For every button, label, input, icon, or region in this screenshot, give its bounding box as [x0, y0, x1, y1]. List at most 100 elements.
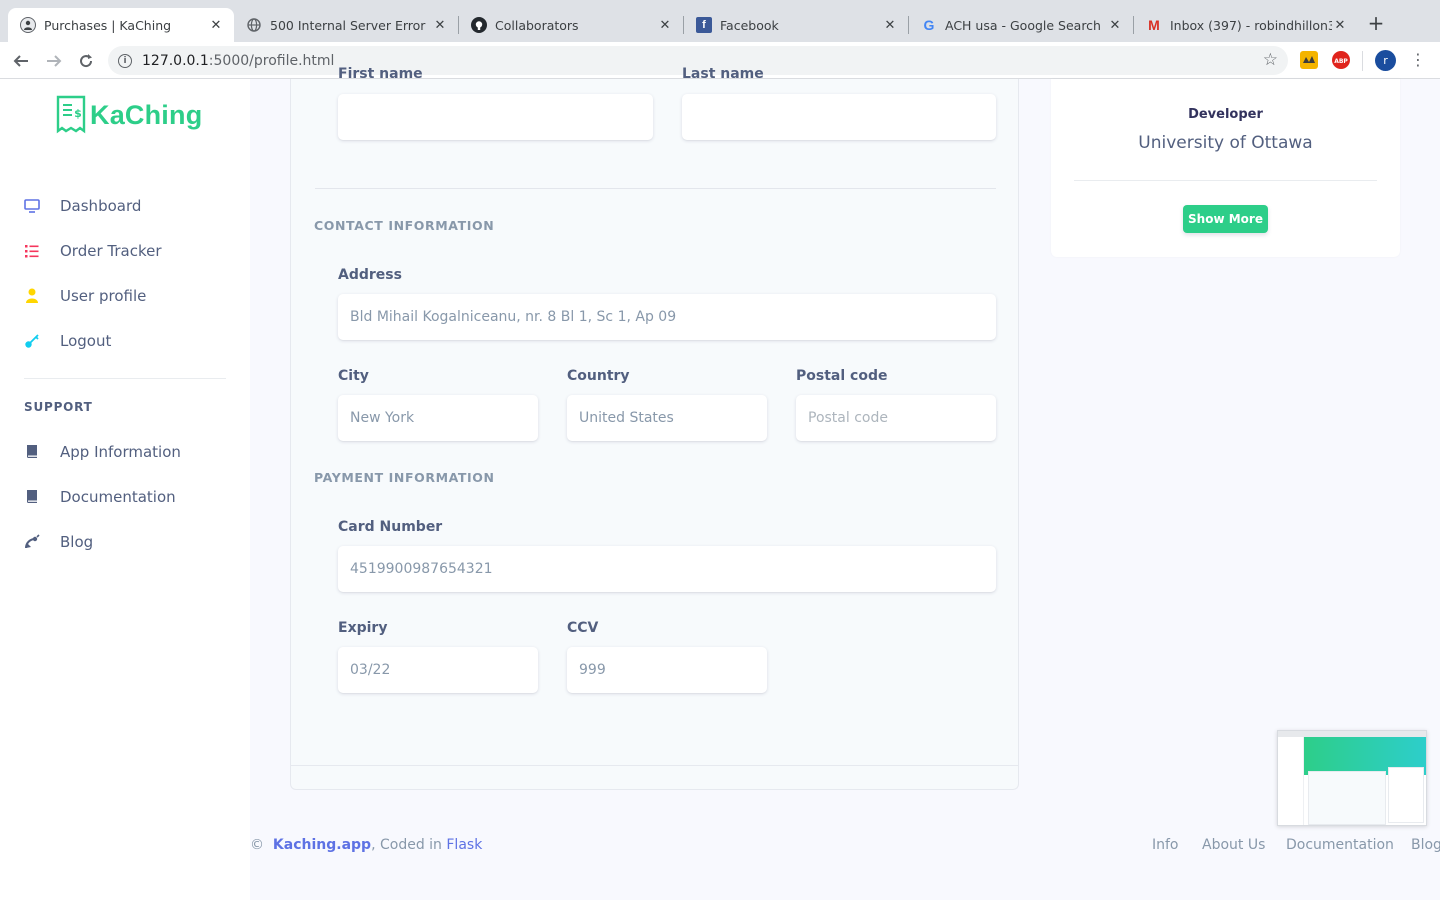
- sidebar-item-label: App Information: [60, 442, 181, 461]
- tab-server-error[interactable]: 500 Internal Server Error ✕: [234, 8, 458, 42]
- book-icon: [24, 444, 40, 460]
- profile-divider: [1074, 180, 1377, 181]
- close-icon[interactable]: ✕: [657, 18, 673, 33]
- close-icon[interactable]: ✕: [432, 18, 448, 33]
- tab-facebook[interactable]: f Facebook ✕: [684, 8, 908, 42]
- sidebar-item-app-information[interactable]: App Information: [0, 429, 250, 474]
- support-heading: SUPPORT: [24, 400, 93, 414]
- url-path: :5000/profile.html: [208, 52, 335, 69]
- tab-title: ACH usa - Google Search: [945, 17, 1101, 33]
- adblock-icon[interactable]: ABP: [1332, 51, 1350, 69]
- footer-copyright: © Kaching.app, Coded in Flask: [250, 837, 482, 853]
- screenshot-thumbnail[interactable]: [1277, 730, 1427, 826]
- url-host: 127.0.0.1: [142, 52, 209, 69]
- key-icon: [24, 333, 40, 349]
- thumbnail-sidebar: [1278, 737, 1304, 825]
- back-button[interactable]: [9, 49, 33, 73]
- sidebar-item-logout[interactable]: Logout: [0, 318, 250, 363]
- close-icon[interactable]: ✕: [1107, 18, 1123, 33]
- receipt-icon: $: [56, 95, 86, 134]
- svg-text:ABP: ABP: [1334, 58, 1348, 65]
- footer-link-about-us[interactable]: About Us: [1202, 837, 1265, 853]
- close-icon[interactable]: ✕: [208, 18, 224, 33]
- kaching-app-link[interactable]: Kaching.app: [273, 837, 371, 853]
- last-name-label: Last name: [682, 66, 764, 82]
- sidebar-item-order-tracker[interactable]: Order Tracker: [0, 228, 250, 273]
- form-divider: [315, 188, 996, 189]
- close-icon[interactable]: ✕: [1332, 18, 1348, 33]
- last-name-input[interactable]: [682, 94, 996, 140]
- footer-link-documentation[interactable]: Documentation: [1286, 837, 1394, 853]
- card-number-input[interactable]: 4519900987654321: [338, 546, 996, 592]
- sidebar-item-blog[interactable]: Blog: [0, 519, 250, 564]
- tab-title: Facebook: [720, 17, 779, 33]
- sidebar-item-documentation[interactable]: Documentation: [0, 474, 250, 519]
- expiry-label: Expiry: [338, 620, 388, 636]
- support-nav: App Information Documentation Blog: [0, 429, 250, 564]
- sidebar: $ KaChing Dashboard Order Tracker User p…: [0, 79, 250, 900]
- reload-icon: [80, 54, 93, 68]
- country-label: Country: [567, 368, 630, 384]
- tab-purchases[interactable]: Purchases | KaChing ✕: [8, 8, 234, 42]
- github-icon: [471, 17, 487, 33]
- info-icon[interactable]: i: [118, 53, 132, 68]
- footer-link-blog[interactable]: Blog: [1411, 837, 1440, 853]
- google-icon: G: [923, 17, 935, 33]
- sidebar-item-label: User profile: [60, 286, 147, 305]
- card-number-label: Card Number: [338, 519, 443, 535]
- svg-text:$: $: [74, 107, 82, 120]
- profile-form-card: First name Last name CONTACT INFORMATION…: [290, 66, 1019, 790]
- profile-summary-card: Developer University of Ottawa Show More: [1051, 79, 1400, 257]
- kaching-avatar-icon: [20, 17, 36, 33]
- flask-link[interactable]: Flask: [446, 837, 482, 853]
- main-nav: Dashboard Order Tracker User profile Log…: [0, 183, 250, 363]
- country-input[interactable]: United States: [567, 395, 767, 441]
- close-icon[interactable]: ✕: [882, 18, 898, 33]
- sidebar-divider: [24, 378, 226, 379]
- facebook-icon: f: [696, 17, 712, 33]
- address-input[interactable]: Bld Mihail Kogalniceanu, nr. 8 Bl 1, Sc …: [338, 294, 996, 340]
- reload-button[interactable]: [74, 49, 98, 73]
- sidebar-item-user-profile[interactable]: User profile: [0, 273, 250, 318]
- expiry-input[interactable]: 03/22: [338, 647, 538, 693]
- extension-icon[interactable]: [1300, 51, 1318, 69]
- brand-name: KaChing: [90, 99, 203, 130]
- copyright-symbol: ©: [250, 837, 264, 853]
- kebab-menu-icon[interactable]: ⋮: [1410, 50, 1426, 70]
- postal-code-input[interactable]: Postal code: [796, 395, 996, 441]
- profile-avatar[interactable]: r: [1375, 50, 1396, 71]
- coded-in-text: , Coded in: [371, 837, 447, 853]
- show-more-button[interactable]: Show More: [1183, 205, 1268, 233]
- profile-university: University of Ottawa: [1138, 133, 1313, 153]
- new-tab-button[interactable]: +: [1366, 13, 1386, 33]
- city-label: City: [338, 368, 369, 384]
- brand-logo[interactable]: $ KaChing: [54, 95, 202, 135]
- footer-link-info[interactable]: Info: [1152, 837, 1179, 853]
- gmail-icon: M: [1148, 17, 1160, 33]
- bullet-list-icon: [24, 243, 40, 259]
- tab-title: 500 Internal Server Error: [270, 17, 426, 33]
- book-icon: [24, 489, 40, 505]
- sidebar-item-label: Documentation: [60, 487, 176, 506]
- profile-role: Developer: [1188, 107, 1263, 122]
- forward-button[interactable]: [42, 49, 66, 73]
- tab-title: Collaborators: [495, 17, 579, 33]
- postal-code-label: Postal code: [796, 368, 888, 384]
- sidebar-item-dashboard[interactable]: Dashboard: [0, 183, 250, 228]
- tab-google-search[interactable]: G ACH usa - Google Search ✕: [909, 8, 1133, 42]
- city-input[interactable]: New York: [338, 395, 538, 441]
- sidebar-item-label: Logout: [60, 331, 112, 350]
- satellite-icon: [24, 533, 40, 550]
- tab-title: Inbox (397) - robindhillon3111: [1170, 17, 1332, 33]
- payment-information-heading: PAYMENT INFORMATION: [314, 470, 495, 485]
- bookmark-star-icon[interactable]: ☆: [1263, 50, 1278, 70]
- first-name-input[interactable]: [338, 94, 653, 140]
- tab-collaborators[interactable]: Collaborators ✕: [459, 8, 683, 42]
- contact-information-heading: CONTACT INFORMATION: [314, 218, 495, 233]
- toolbar-divider: [1362, 51, 1363, 71]
- browser-tab-bar: Purchases | KaChing ✕ 500 Internal Serve…: [0, 0, 1440, 42]
- ccv-input[interactable]: 999: [567, 647, 767, 693]
- sidebar-item-label: Blog: [60, 532, 94, 551]
- tab-gmail[interactable]: M Inbox (397) - robindhillon3111 ✕: [1134, 8, 1358, 42]
- thumbnail-form-card: [1308, 771, 1386, 825]
